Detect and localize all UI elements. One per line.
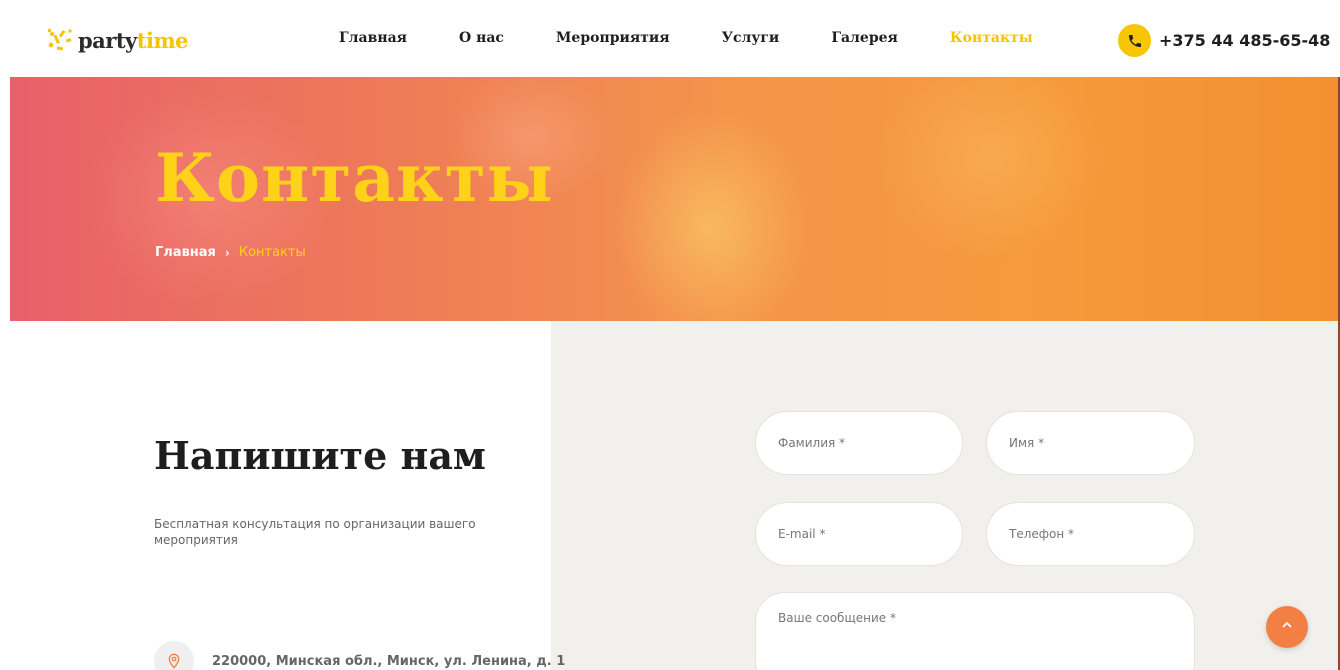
- nav-item-gallery[interactable]: Галерея: [831, 30, 898, 46]
- message-field[interactable]: [755, 592, 1195, 670]
- address-row: 220000, Минская обл., Минск, ул. Ленина,…: [154, 641, 565, 670]
- first-name-field[interactable]: [986, 411, 1195, 475]
- logo[interactable]: partytime: [46, 22, 189, 58]
- hero-banner: Контакты Главная › Контакты: [10, 77, 1338, 321]
- last-name-field[interactable]: [755, 411, 963, 475]
- phone-number: +375 44 485-65-48: [1159, 31, 1331, 50]
- phone-input[interactable]: [1009, 527, 1194, 541]
- nav-item-contacts[interactable]: Контакты: [950, 30, 1033, 46]
- confetti-logo-icon: [46, 25, 76, 55]
- scroll-to-top-button[interactable]: [1266, 606, 1308, 648]
- nav-item-events[interactable]: Мероприятия: [556, 30, 670, 46]
- contact-section-subtitle: Бесплатная консультация по организации в…: [154, 517, 476, 547]
- first-name-input[interactable]: [1009, 436, 1194, 450]
- contact-section-title: Напишите нам: [154, 433, 486, 478]
- logo-text-party: party: [78, 27, 137, 53]
- breadcrumb-current: Контакты: [238, 245, 306, 260]
- logo-text-time: time: [136, 27, 189, 53]
- phone-field[interactable]: [986, 502, 1195, 566]
- contact-info-panel: [0, 321, 551, 670]
- email-field[interactable]: [755, 502, 963, 566]
- nav-item-home[interactable]: Главная: [339, 30, 407, 46]
- nav-item-about[interactable]: О нас: [459, 30, 504, 46]
- header-phone[interactable]: +375 44 485-65-48: [1118, 24, 1330, 57]
- site-header: partytime Главная О нас Мероприятия Услу…: [0, 0, 1340, 77]
- address-text: 220000, Минская обл., Минск, ул. Ленина,…: [212, 653, 566, 669]
- page-title: Контакты: [155, 139, 554, 217]
- breadcrumb-home-link[interactable]: Главная: [155, 245, 216, 260]
- main-nav: Главная О нас Мероприятия Услуги Галерея…: [339, 30, 1085, 46]
- chevron-up-icon: [1281, 618, 1293, 636]
- breadcrumb: Главная › Контакты: [155, 245, 306, 260]
- location-pin-icon: [154, 641, 194, 670]
- chevron-right-icon: ›: [224, 245, 230, 260]
- message-textarea[interactable]: [778, 611, 1194, 670]
- nav-item-services[interactable]: Услуги: [722, 30, 780, 46]
- last-name-input[interactable]: [778, 436, 962, 450]
- phone-icon: [1118, 24, 1151, 57]
- email-input[interactable]: [778, 527, 962, 541]
